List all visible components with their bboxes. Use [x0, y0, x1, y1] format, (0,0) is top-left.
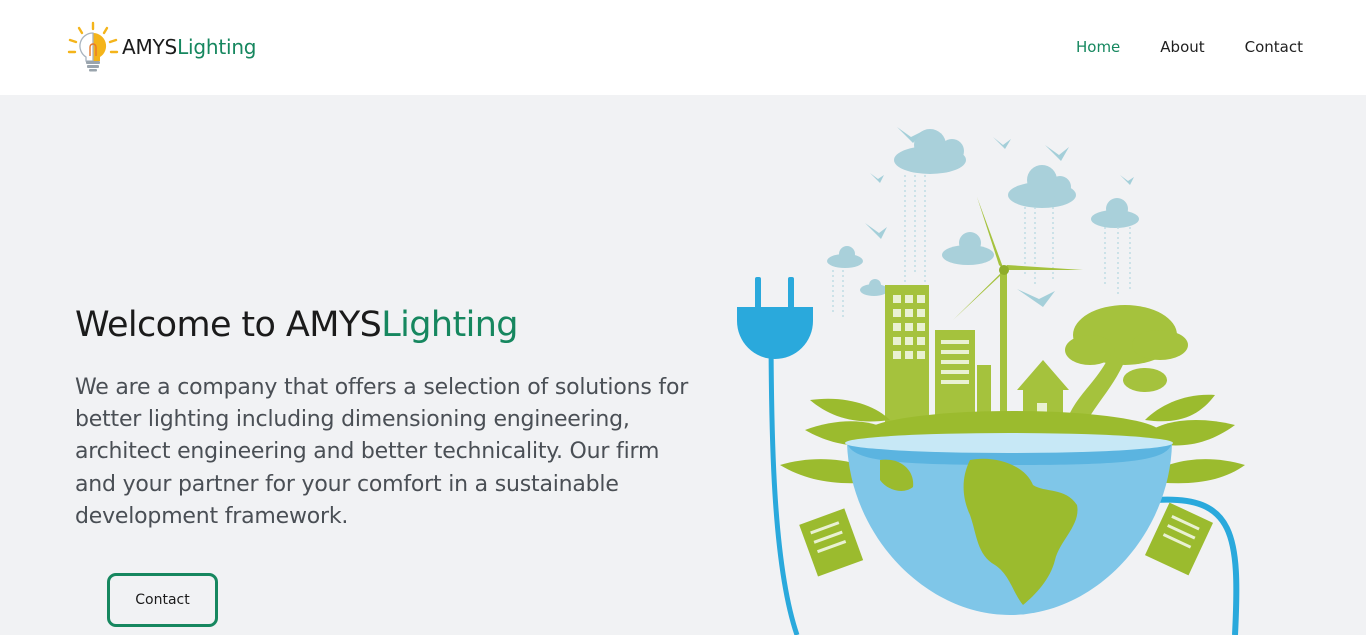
lightbulb-sun-icon [67, 21, 119, 72]
nav-about[interactable]: About [1160, 38, 1204, 56]
brand-name-part1: AMYS [122, 35, 178, 59]
brand-logo-link[interactable]: AMYSLighting [66, 20, 257, 74]
hero-title-part2: Lighting [381, 305, 518, 345]
nav-contact[interactable]: Contact [1245, 38, 1303, 56]
contact-button[interactable]: Contact [107, 573, 218, 627]
eco-earth-plug-illustration [737, 127, 1245, 635]
main-nav: Home About Contact [1076, 38, 1303, 56]
hero-title: Welcome to AMYSLighting [75, 305, 519, 345]
nav-home[interactable]: Home [1076, 38, 1120, 56]
brand-name: AMYSLighting [122, 35, 257, 59]
brand-name-part2: Lighting [177, 35, 257, 59]
hero-description: We are a company that offers a selection… [75, 375, 689, 529]
navbar: AMYSLighting Home About Contact [0, 0, 1366, 95]
hero-title-part1: Welcome to AMYS [75, 305, 382, 345]
